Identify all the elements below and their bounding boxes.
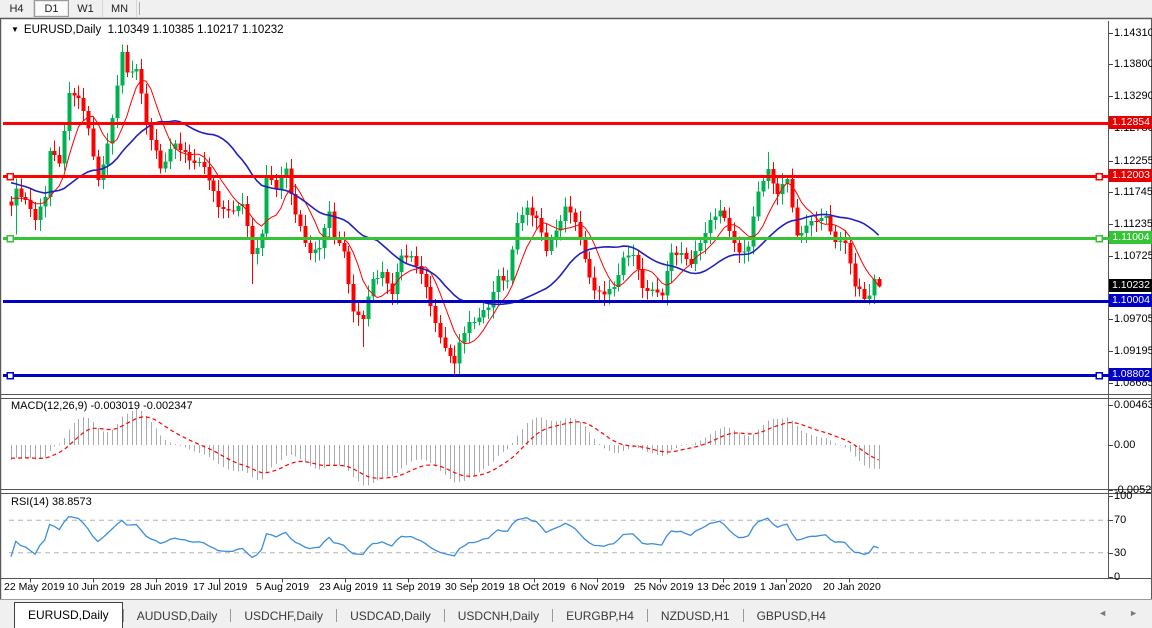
price-tick-label: 1.09705 [1114, 313, 1152, 326]
date-tick-label: 20 Jan 2020 [823, 581, 881, 593]
tab-nzdusd-h1[interactable]: NZDUSD,H1 [648, 604, 743, 628]
tab-audusd-daily[interactable]: AUDUSD,Daily [124, 604, 231, 628]
date-tick-label: 18 Oct 2019 [508, 581, 566, 593]
tab-usdcad-daily[interactable]: USDCAD,Daily [337, 604, 444, 628]
tab-scroll-right-icon[interactable]: ► [1129, 608, 1138, 618]
macd-axis-label: 0.00 [1114, 439, 1136, 451]
ma-slow [10, 119, 880, 306]
date-tick-label: 13 Dec 2019 [697, 581, 757, 593]
price-tick-label: 1.14310 [1114, 26, 1152, 39]
price-tick-label: 1.11745 [1114, 186, 1152, 199]
tab-eurgbp-h4[interactable]: EURGBP,H4 [553, 604, 647, 628]
timeframe-button-d1[interactable]: D1 [34, 0, 69, 17]
date-tick-label: 1 Jan 2020 [760, 581, 812, 593]
date-tick-label: 23 Aug 2019 [319, 581, 378, 593]
horizontal-lines[interactable] [3, 122, 1109, 380]
rsi-axis-label: 30 [1114, 546, 1127, 559]
timeframe-button-h4[interactable]: H4 [0, 0, 34, 17]
price-tick-label: 1.11235 [1114, 218, 1152, 231]
price-badge: 1.10232 [1109, 279, 1152, 293]
chart-title[interactable]: ▼ EURUSD,Daily 1.10349 1.10385 1.10217 1.… [11, 24, 284, 36]
macd-panel [10, 409, 880, 486]
rsi-axis-label: 0 [1114, 571, 1121, 583]
timeframe-button-mn[interactable]: MN [103, 0, 137, 17]
tab-scroll-left-icon[interactable]: ◄ [1098, 608, 1107, 618]
macd-label: MACD(12,26,9) -0.003019 -0.002347 [11, 400, 193, 412]
price-badge: 1.12003 [1109, 169, 1152, 183]
date-tick-label: 10 Jun 2019 [67, 581, 125, 593]
price-badge: 1.10004 [1109, 293, 1152, 307]
date-tick-label: 28 Jun 2019 [130, 581, 188, 593]
rsi-panel [9, 515, 1108, 559]
price-tick-label: 1.13800 [1114, 58, 1152, 71]
candlesticks [9, 44, 882, 377]
date-tick-label: 17 Jul 2019 [193, 581, 248, 593]
price-badge: 1.12854 [1109, 116, 1152, 130]
chart-dropdown-icon[interactable]: ▼ [11, 25, 19, 34]
chart-canvas[interactable] [1, 19, 1151, 597]
price-badge: 1.11004 [1109, 231, 1152, 245]
price-tick-label: 1.12255 [1114, 154, 1152, 167]
macd-axis-label: 0.00463 [1114, 399, 1152, 412]
price-tick-label: 1.13290 [1114, 90, 1152, 103]
date-tick-label: 22 May 2019 [4, 581, 65, 593]
rsi-line [10, 515, 879, 559]
date-tick-label: 5 Aug 2019 [256, 581, 310, 593]
chart-symbol-label: EURUSD,Daily [23, 24, 102, 36]
rsi-label: RSI(14) 38.8573 [11, 496, 92, 508]
tab-usdchf-daily[interactable]: USDCHF,Daily [231, 604, 336, 628]
timeframe-button-w1[interactable]: W1 [69, 0, 103, 17]
tab-scroll-arrows: ◄ ► [1098, 608, 1138, 618]
toolbar-separator [139, 2, 140, 15]
date-tick-label: 30 Sep 2019 [445, 581, 505, 593]
tab-usdcnh-daily[interactable]: USDCNH,Daily [445, 604, 552, 628]
chart-window[interactable]: ▼ EURUSD,Daily 1.10349 1.10385 1.10217 1.… [0, 18, 1152, 600]
date-tick-label: 25 Nov 2019 [634, 581, 694, 593]
tab-gbpusd-h4[interactable]: GBPUSD,H4 [744, 604, 839, 628]
price-badge: 1.08802 [1109, 368, 1152, 382]
rsi-axis-label: 100 [1114, 490, 1133, 502]
tab-eurusd-daily[interactable]: EURUSD,Daily [14, 602, 123, 628]
date-tick-label: 6 Nov 2019 [571, 581, 625, 593]
timeframe-toolbar: H4 D1 W1 MN [0, 0, 1152, 18]
price-tick-label: 1.09195 [1114, 344, 1152, 357]
chart-tab-bar: EURUSD,Daily AUDUSD,Daily USDCHF,Daily USDC… [0, 599, 1152, 628]
rsi-axis-label: 70 [1114, 514, 1127, 527]
ma-fast [10, 79, 879, 345]
chart-ohlc-values: 1.10349 1.10385 1.10217 1.10232 [107, 24, 284, 36]
price-tick-label: 1.10725 [1114, 249, 1152, 262]
date-tick-label: 11 Sep 2019 [382, 581, 441, 593]
metatrader-workspace: H4 D1 W1 MN ▼ EURUSD,Daily 1.10349 1.10385 1… [0, 0, 1152, 628]
